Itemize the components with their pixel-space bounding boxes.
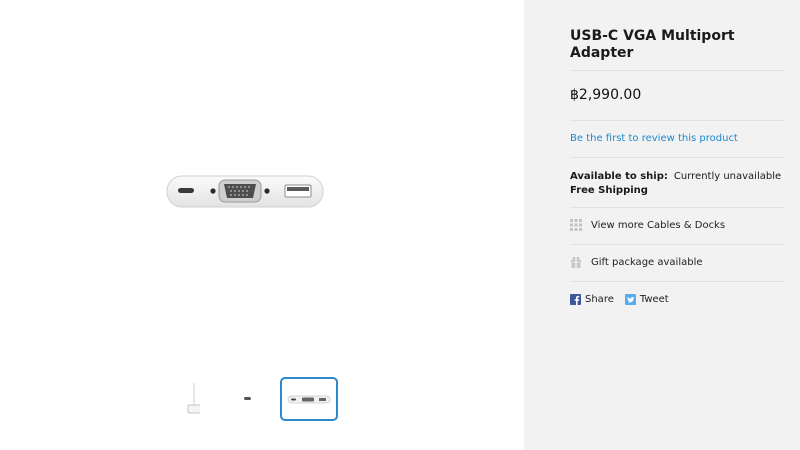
availability-info: Available to ship: Currently unavailable … <box>570 170 781 198</box>
divider <box>570 281 784 282</box>
availability-value: Currently unavailable <box>673 171 782 182</box>
tweet-label: Tweet <box>639 294 669 305</box>
thumbnail-strip <box>160 377 360 423</box>
twitter-tweet-button[interactable]: Tweet <box>624 294 669 305</box>
facebook-share-button[interactable]: Share <box>570 294 614 305</box>
thumbnail-1[interactable] <box>170 377 203 421</box>
thumbnail-3-selected[interactable] <box>280 377 338 421</box>
facebook-icon <box>570 294 581 305</box>
shipping-info: Free Shipping <box>570 185 648 196</box>
divider <box>570 157 784 158</box>
grid-icon <box>570 219 582 231</box>
divider <box>570 70 784 71</box>
view-more-category-link[interactable]: View more Cables & Docks <box>570 219 725 231</box>
product-price: ฿2,990.00 <box>570 87 642 103</box>
divider <box>570 207 784 208</box>
social-share-row: Share Tweet <box>570 294 680 305</box>
product-details-panel: USB-C VGA Multiport Adapter ฿2,990.00 Be… <box>524 0 800 450</box>
view-more-label: View more Cables & Docks <box>591 219 726 231</box>
twitter-icon <box>624 294 636 305</box>
product-gallery <box>0 0 524 450</box>
divider <box>570 120 784 121</box>
gift-icon <box>570 256 582 268</box>
write-review-link[interactable]: Be the first to review this product <box>570 133 738 144</box>
product-main-image <box>166 175 324 208</box>
availability-label: Available to ship: <box>570 171 668 182</box>
gift-label: Gift package available <box>591 256 703 268</box>
thumbnail-2[interactable] <box>232 377 262 421</box>
gift-package-option[interactable]: Gift package available <box>570 256 703 268</box>
divider <box>570 244 784 245</box>
share-label: Share <box>585 294 614 305</box>
product-title: USB-C VGA Multiport Adapter <box>570 28 735 61</box>
